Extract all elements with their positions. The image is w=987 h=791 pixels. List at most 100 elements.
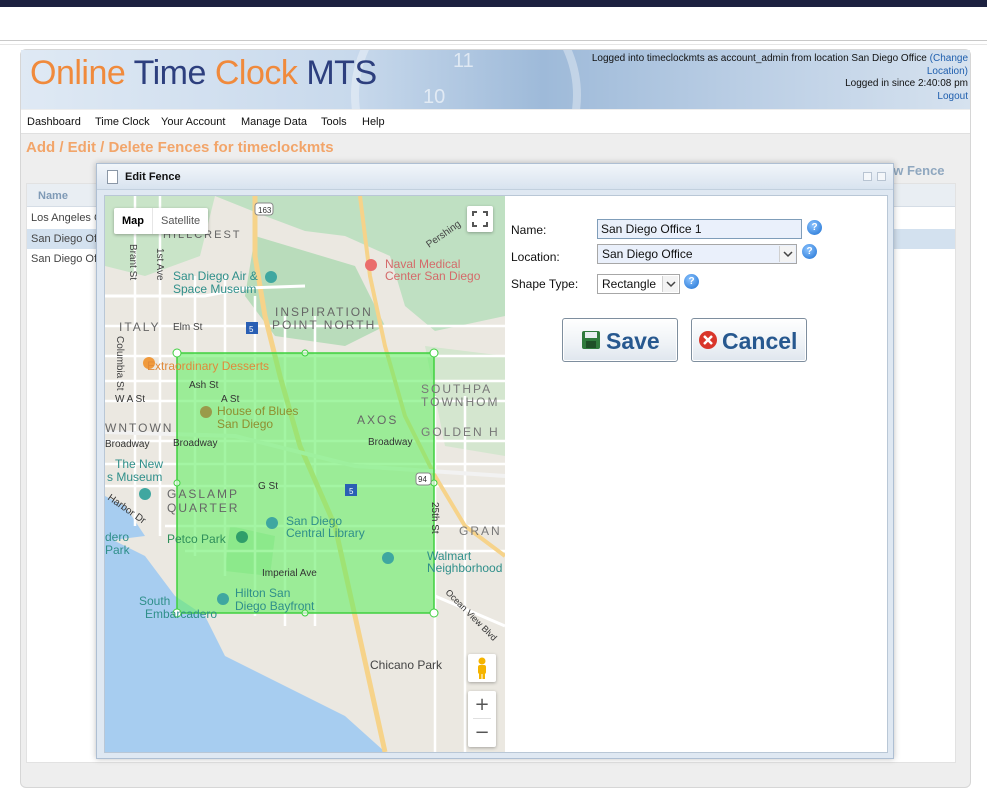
library-marker-icon[interactable]: [266, 517, 278, 529]
menu-your-account[interactable]: Your Account: [161, 116, 225, 128]
zoom-in-button[interactable]: +: [468, 691, 496, 718]
edit-fence-dialog: Edit Fence HILLCREST 163 Pershing Naval …: [96, 163, 894, 759]
login-time: Logged in since 2:40:08 pm: [845, 78, 968, 89]
document-icon: [107, 170, 118, 184]
save-label: Save: [606, 328, 660, 354]
login-status: Logged into timeclockmts as account_admi…: [591, 53, 927, 64]
clock-decoration: 10: [423, 86, 446, 108]
menu-tools[interactable]: Tools: [321, 116, 347, 128]
column-header-name[interactable]: Name: [38, 190, 68, 202]
logo-text: MTS: [306, 54, 377, 92]
divider: [0, 44, 987, 45]
menu-time-clock[interactable]: Time Clock: [95, 116, 150, 128]
cancel-label: Cancel: [722, 328, 798, 354]
location-label: Location:: [511, 250, 560, 264]
fence-handle[interactable]: [429, 348, 439, 358]
menu-manage-data[interactable]: Manage Data: [241, 116, 307, 128]
name-field[interactable]: San Diego Office 1: [597, 219, 802, 239]
logo-text: Online: [30, 54, 126, 92]
shape-type-value: Rectangle: [602, 277, 657, 291]
cancel-icon: [698, 330, 718, 350]
map-label: Petco Park: [167, 532, 227, 546]
map-label: Broadway: [105, 439, 149, 450]
hospital-marker-icon[interactable]: [365, 259, 377, 271]
map-label: 1st Ave: [154, 248, 165, 281]
change-location-link[interactable]: (Change: [930, 53, 968, 64]
stadium-marker-icon[interactable]: [236, 531, 248, 543]
maximize-icon[interactable]: [877, 172, 886, 181]
clock-decoration: 11: [453, 50, 474, 72]
fullscreen-icon[interactable]: [467, 206, 493, 232]
row-name: San Diego Of: [31, 233, 98, 245]
new-fence-link[interactable]: ew Fence: [886, 163, 945, 178]
dialog-titlebar[interactable]: Edit Fence: [97, 164, 893, 190]
map-label: INSPIRATION: [275, 305, 373, 319]
map-label: s Museum: [107, 470, 162, 484]
logo-text: Clock: [214, 54, 298, 92]
login-info: Logged into timeclockmts as account_admi…: [592, 53, 968, 103]
map-label: 25th St: [429, 502, 440, 534]
pegman-icon[interactable]: [468, 654, 496, 682]
map-label: Hilton San: [235, 586, 290, 600]
map-label: The New: [115, 457, 163, 471]
fence-handle[interactable]: [429, 608, 439, 618]
minimize-icon[interactable]: [863, 172, 872, 181]
map-label: Elm St: [173, 322, 203, 333]
map-label: Imperial Ave: [262, 568, 317, 579]
museum-marker-icon[interactable]: [265, 271, 277, 283]
browser-top-bar: [0, 0, 987, 7]
map-label: Space Museum: [173, 282, 256, 296]
logout-link[interactable]: Logout: [937, 91, 968, 102]
map-label: San Diego Air &: [173, 269, 258, 283]
map-type-satellite[interactable]: Satellite: [152, 208, 208, 234]
map-label: TOWNHOM: [421, 395, 499, 409]
map-label: dero: [105, 530, 129, 544]
museum-marker-icon[interactable]: [139, 488, 151, 500]
fence-handle[interactable]: [301, 349, 309, 357]
map-label: Diego Bayfront: [235, 599, 315, 613]
map-canvas[interactable]: HILLCREST 163 Pershing Naval Medical Cen…: [105, 196, 505, 752]
help-icon[interactable]: ?: [802, 244, 817, 259]
page-title: Add / Edit / Delete Fences for timeclock…: [26, 139, 334, 156]
map-label: 5: [349, 487, 354, 496]
location-value: San Diego Office: [602, 247, 693, 261]
map-label: Center San Diego: [385, 269, 481, 283]
cancel-button[interactable]: Cancel: [691, 318, 807, 362]
fence-handle[interactable]: [430, 479, 438, 487]
map-label: Broadway: [173, 438, 217, 449]
hotel-marker-icon[interactable]: [217, 593, 229, 605]
help-icon[interactable]: ?: [684, 274, 699, 289]
map-label: Broadway: [368, 437, 412, 448]
app-logo: Online Time Clock MTS: [30, 54, 377, 93]
fence-handle[interactable]: [172, 348, 182, 358]
chevron-down-icon[interactable]: [662, 276, 678, 292]
map-label: House of Blues: [217, 404, 298, 418]
store-marker-icon[interactable]: [382, 552, 394, 564]
chevron-down-icon[interactable]: [779, 246, 795, 262]
divider: [0, 40, 987, 41]
map-label: 163: [258, 206, 272, 215]
fence-handle[interactable]: [173, 479, 181, 487]
change-location-link[interactable]: Location): [927, 66, 968, 77]
app-banner: 11 10 Online Time Clock MTS Logged into …: [21, 50, 970, 109]
menu-help[interactable]: Help: [362, 116, 385, 128]
location-select[interactable]: San Diego Office: [597, 244, 797, 264]
map-label: 94: [418, 475, 427, 484]
map-label: ITALY: [119, 320, 161, 334]
map-label: GOLDEN H: [421, 425, 500, 439]
venue-marker-icon[interactable]: [200, 406, 212, 418]
map-label: Extraordinary Desserts: [147, 359, 269, 373]
map-label: Brant St: [127, 244, 138, 280]
map-type-map[interactable]: Map: [114, 208, 152, 234]
menu-dashboard[interactable]: Dashboard: [27, 116, 81, 128]
save-button[interactable]: Save: [562, 318, 678, 362]
map-label: QUARTER: [167, 501, 239, 515]
zoom-out-button[interactable]: −: [468, 719, 496, 746]
fence-map[interactable]: HILLCREST 163 Pershing Naval Medical Cen…: [105, 196, 505, 752]
map-label: POINT NORTH: [272, 318, 376, 332]
help-icon[interactable]: ?: [807, 220, 822, 235]
zoom-control: + −: [468, 691, 496, 747]
row-name: San Diego Of: [31, 253, 98, 265]
shape-type-select[interactable]: Rectangle: [597, 274, 680, 294]
shape-type-label: Shape Type:: [511, 277, 579, 291]
